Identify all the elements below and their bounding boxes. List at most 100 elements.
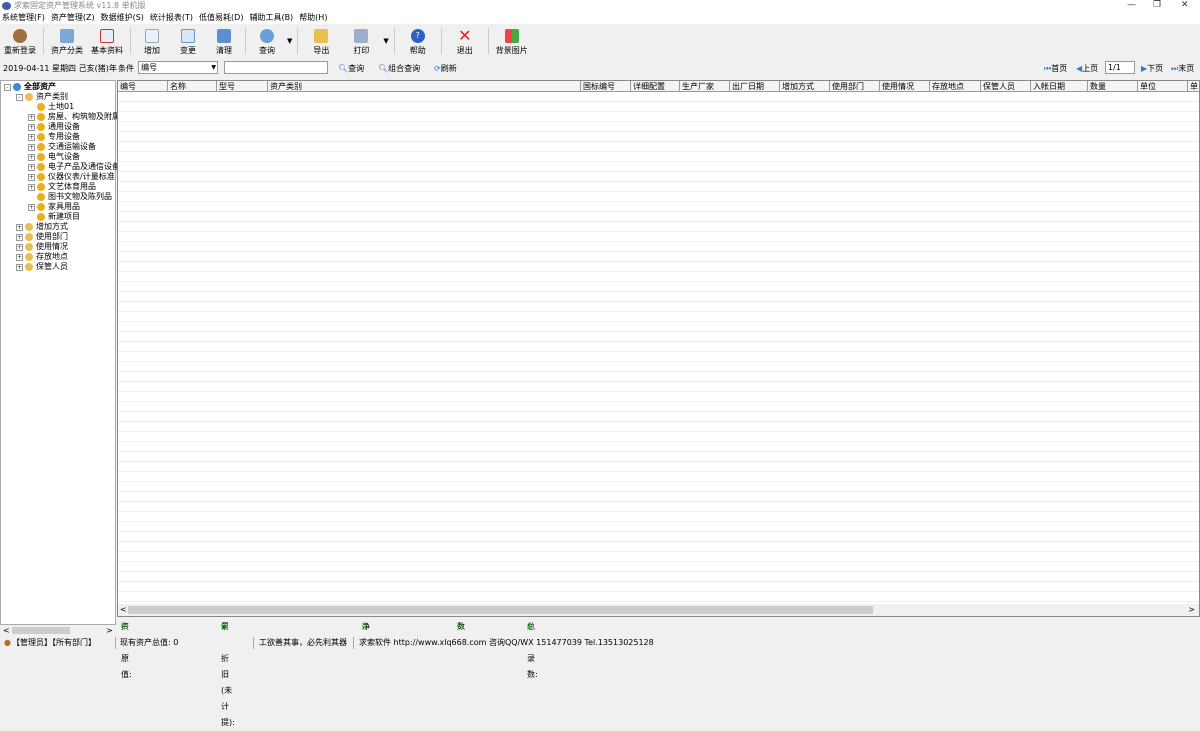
keyword-input[interactable] bbox=[224, 61, 328, 74]
tree-node-category-item[interactable]: + 仪器仪表/计量标准 bbox=[28, 172, 115, 182]
tree-node-group[interactable]: + 存放地点 bbox=[16, 252, 68, 262]
calendar-icon bbox=[217, 29, 231, 43]
close-window-button[interactable]: ✕ bbox=[1181, 0, 1189, 10]
query-button[interactable]: 查询 bbox=[249, 26, 285, 56]
tree-node-category-item[interactable]: + 家具用品 bbox=[28, 202, 80, 212]
change-button[interactable]: 变更 bbox=[170, 26, 206, 56]
tree-node-group[interactable]: + 增加方式 bbox=[16, 222, 68, 232]
collapse-icon[interactable]: - bbox=[16, 93, 23, 101]
tree-root-all-assets[interactable]: - 全部资产 bbox=[4, 82, 56, 92]
column-header[interactable]: 资产类别 bbox=[268, 81, 581, 91]
menu-consumables[interactable]: 低值易耗(D) bbox=[197, 12, 245, 24]
folder-icon bbox=[37, 143, 45, 151]
print-button[interactable]: 打印 bbox=[341, 26, 381, 56]
status-bar: 【管理员】【所有部门】 ● 现有资产总值: 0 工欲善其事，必先利其器 求索软件… bbox=[0, 637, 1200, 649]
folder-icon bbox=[37, 173, 45, 181]
tree-node-label: 通用设备 bbox=[48, 122, 80, 131]
tree-node-category-item[interactable]: + 交通运输设备 bbox=[28, 142, 96, 152]
tree-horizontal-scrollbar[interactable]: < > bbox=[0, 625, 116, 636]
column-header[interactable]: 存放地点 bbox=[930, 81, 981, 91]
expand-icon[interactable]: + bbox=[16, 233, 23, 241]
tree-node-category-item[interactable]: + 文艺体育用品 bbox=[28, 182, 96, 192]
expand-icon[interactable]: + bbox=[16, 223, 23, 231]
prev-page-label: 上页 bbox=[1082, 64, 1099, 73]
page-input[interactable]: 1/1 bbox=[1105, 61, 1135, 74]
tree-node-group[interactable]: + 保管人员 bbox=[16, 262, 68, 272]
menu-data[interactable]: 数据维护(S) bbox=[99, 12, 146, 24]
tree-node-label: 全部资产 bbox=[24, 82, 56, 91]
prev-page-button[interactable]: ◀上页 bbox=[1076, 63, 1098, 74]
column-header[interactable]: 单 bbox=[1188, 81, 1199, 91]
column-header[interactable]: 详细配置 bbox=[631, 81, 680, 91]
tree-node-category-item[interactable]: + 电气设备 bbox=[28, 152, 80, 162]
expand-icon[interactable]: + bbox=[16, 243, 23, 251]
tree-node-category-item[interactable]: 土地01 bbox=[28, 102, 74, 112]
next-page-button[interactable]: ▶下页 bbox=[1141, 63, 1163, 74]
user-icon bbox=[13, 29, 27, 43]
refresh-link[interactable]: ⟳刷新 bbox=[434, 63, 457, 74]
menu-system[interactable]: 系统管理(F) bbox=[0, 12, 47, 24]
help-button[interactable]: ? 帮助 bbox=[398, 26, 438, 56]
query-link[interactable]: 🔍︎查询 bbox=[338, 63, 364, 74]
divider bbox=[297, 27, 299, 54]
tree-node-category-item[interactable]: + 通用设备 bbox=[28, 122, 80, 132]
tree-node-category-item[interactable]: 图书文物及陈列品 bbox=[28, 192, 112, 202]
export-button[interactable]: 导出 bbox=[301, 26, 341, 56]
expand-icon[interactable]: + bbox=[16, 253, 23, 261]
column-header[interactable]: 出厂日期 bbox=[730, 81, 780, 91]
document-check-icon bbox=[100, 29, 114, 43]
expand-icon[interactable]: + bbox=[28, 183, 35, 191]
menu-tools[interactable]: 辅助工具(B) bbox=[247, 12, 295, 24]
column-header[interactable]: 增加方式 bbox=[780, 81, 830, 91]
expand-icon[interactable]: + bbox=[28, 143, 35, 151]
tree-node-group[interactable]: + 使用情况 bbox=[16, 242, 68, 252]
expand-icon[interactable]: + bbox=[28, 203, 35, 211]
tree-node-category-item[interactable]: + 房屋、构筑物及附属 bbox=[28, 112, 120, 122]
expand-icon[interactable]: + bbox=[28, 163, 35, 171]
tree-node-group[interactable]: + 使用部门 bbox=[16, 232, 68, 242]
tree-node-category-item[interactable]: + 专用设备 bbox=[28, 132, 80, 142]
restore-button[interactable]: ❐ bbox=[1153, 0, 1161, 10]
last-page-button[interactable]: ⏭末页 bbox=[1171, 63, 1194, 74]
query-dropdown-arrow-icon[interactable]: ▼ bbox=[287, 37, 292, 45]
expand-icon[interactable]: + bbox=[28, 133, 35, 141]
clear-button[interactable]: 清理 bbox=[206, 26, 242, 56]
relogin-button[interactable]: 重新登录 bbox=[0, 26, 40, 56]
combo-query-link[interactable]: 🔍︎组合查询 bbox=[378, 63, 420, 74]
menu-report[interactable]: 统计报表(T) bbox=[148, 12, 195, 24]
expand-icon[interactable]: + bbox=[28, 173, 35, 181]
table-horizontal-scrollbar[interactable]: < > bbox=[118, 604, 1199, 616]
column-header[interactable]: 数量 bbox=[1088, 81, 1138, 91]
tree-node-category-item[interactable]: + 电子产品及通信设备 bbox=[28, 162, 120, 172]
background-image-button[interactable]: 背景图片 bbox=[492, 26, 532, 56]
menu-help[interactable]: 帮助(H) bbox=[297, 12, 329, 24]
expand-icon[interactable]: + bbox=[28, 153, 35, 161]
column-header[interactable]: 单位 bbox=[1138, 81, 1188, 91]
expand-icon[interactable]: + bbox=[16, 263, 23, 271]
minimize-button[interactable]: — bbox=[1127, 0, 1136, 10]
column-header[interactable]: 名称 bbox=[168, 81, 217, 91]
asset-class-button[interactable]: 资产分类 bbox=[47, 26, 87, 56]
column-header[interactable]: 型号 bbox=[217, 81, 268, 91]
column-header[interactable]: 编号 bbox=[118, 81, 168, 91]
add-button[interactable]: 增加 bbox=[134, 26, 170, 56]
menu-asset[interactable]: 资产管理(Z) bbox=[49, 12, 97, 24]
column-header[interactable]: 入帐日期 bbox=[1031, 81, 1088, 91]
first-page-button[interactable]: ⏮首页 bbox=[1044, 63, 1067, 74]
new-document-icon bbox=[145, 29, 159, 43]
condition-select[interactable]: 编号 ▼ bbox=[138, 61, 218, 74]
exit-button[interactable]: ✕ 退出 bbox=[445, 26, 485, 56]
column-header[interactable]: 使用部门 bbox=[830, 81, 880, 91]
column-header[interactable]: 生产厂家 bbox=[680, 81, 730, 91]
tree-node-category-item[interactable]: 新建项目 bbox=[28, 212, 80, 222]
column-header[interactable]: 使用情况 bbox=[880, 81, 930, 91]
folder-icon bbox=[37, 133, 45, 141]
expand-icon[interactable]: + bbox=[28, 113, 35, 121]
print-dropdown-arrow-icon[interactable]: ▼ bbox=[383, 37, 388, 45]
basic-info-button[interactable]: 基本资料 bbox=[87, 26, 127, 56]
column-header[interactable]: 保管人员 bbox=[981, 81, 1031, 91]
tree-node-asset-category[interactable]: - 资产类别 bbox=[16, 92, 68, 102]
column-header[interactable]: 国标编号 bbox=[581, 81, 631, 91]
expand-icon[interactable]: + bbox=[28, 123, 35, 131]
collapse-icon[interactable]: - bbox=[4, 83, 11, 91]
